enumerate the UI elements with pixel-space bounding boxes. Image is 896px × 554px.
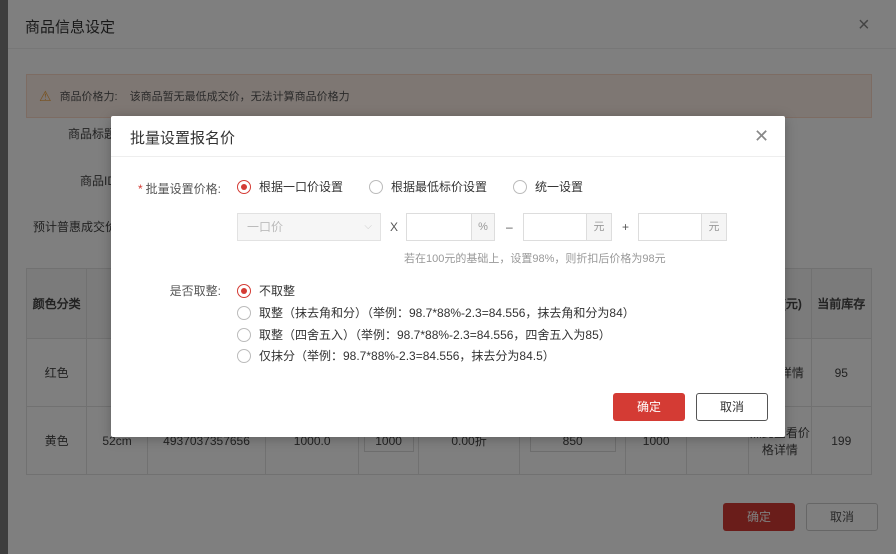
radio-dot xyxy=(237,305,251,320)
minus-operator: – xyxy=(506,220,513,234)
confirm-button[interactable]: 确定 xyxy=(613,393,685,421)
percent-unit: % xyxy=(471,213,495,241)
percent-input[interactable] xyxy=(406,213,472,241)
radio-round-half[interactable]: 取整（四舍五入）（举例：98.7*88%-2.3=84.556，四舍五入为85） xyxy=(237,326,611,343)
divider xyxy=(111,156,785,157)
cancel-button[interactable]: 取消 xyxy=(696,393,768,421)
radio-by-lowest-price[interactable]: 根据最低标价设置 xyxy=(369,178,487,195)
radio-dot xyxy=(237,327,251,342)
price-mode-label: * 批量设置价格: xyxy=(137,182,221,196)
price-hint: 若在100元的基础上，设置98%，则折扣后价格为98元 xyxy=(404,253,666,265)
radio-dot xyxy=(237,179,251,194)
minus-input[interactable] xyxy=(523,213,587,241)
radio-uniform[interactable]: 统一设置 xyxy=(513,178,583,195)
batch-price-modal: 批量设置报名价 ✕ * 批量设置价格: 根据一口价设置 根据最低标价设置 统一设置… xyxy=(111,116,785,437)
multiply-operator: X xyxy=(390,220,399,234)
radio-by-fixed-price[interactable]: 根据一口价设置 xyxy=(237,178,343,195)
radio-dot xyxy=(237,283,251,298)
base-price-select[interactable]: 一口价 ⌵ xyxy=(237,213,381,241)
plus-operator: + xyxy=(622,220,630,234)
radio-dot xyxy=(513,179,527,194)
yuan-unit: 元 xyxy=(701,213,727,241)
radio-round-floor[interactable]: 取整（抹去角和分）（举例：98.7*88%-2.3=84.556，抹去角和分为8… xyxy=(237,304,635,321)
radio-dot xyxy=(237,348,251,363)
radio-floor-cent[interactable]: 仅抹分（举例：98.7*88%-2.3=84.556，抹去分为84.5） xyxy=(237,347,555,364)
radio-no-round[interactable]: 不取整 xyxy=(237,282,295,299)
modal-title: 批量设置报名价 xyxy=(130,130,236,147)
yuan-unit: 元 xyxy=(586,213,612,241)
plus-input[interactable] xyxy=(638,213,702,241)
radio-dot xyxy=(369,179,383,194)
close-icon[interactable]: ✕ xyxy=(754,126,769,147)
chevron-down-icon: ⌵ xyxy=(364,221,372,232)
round-label: 是否取整: xyxy=(169,284,221,298)
